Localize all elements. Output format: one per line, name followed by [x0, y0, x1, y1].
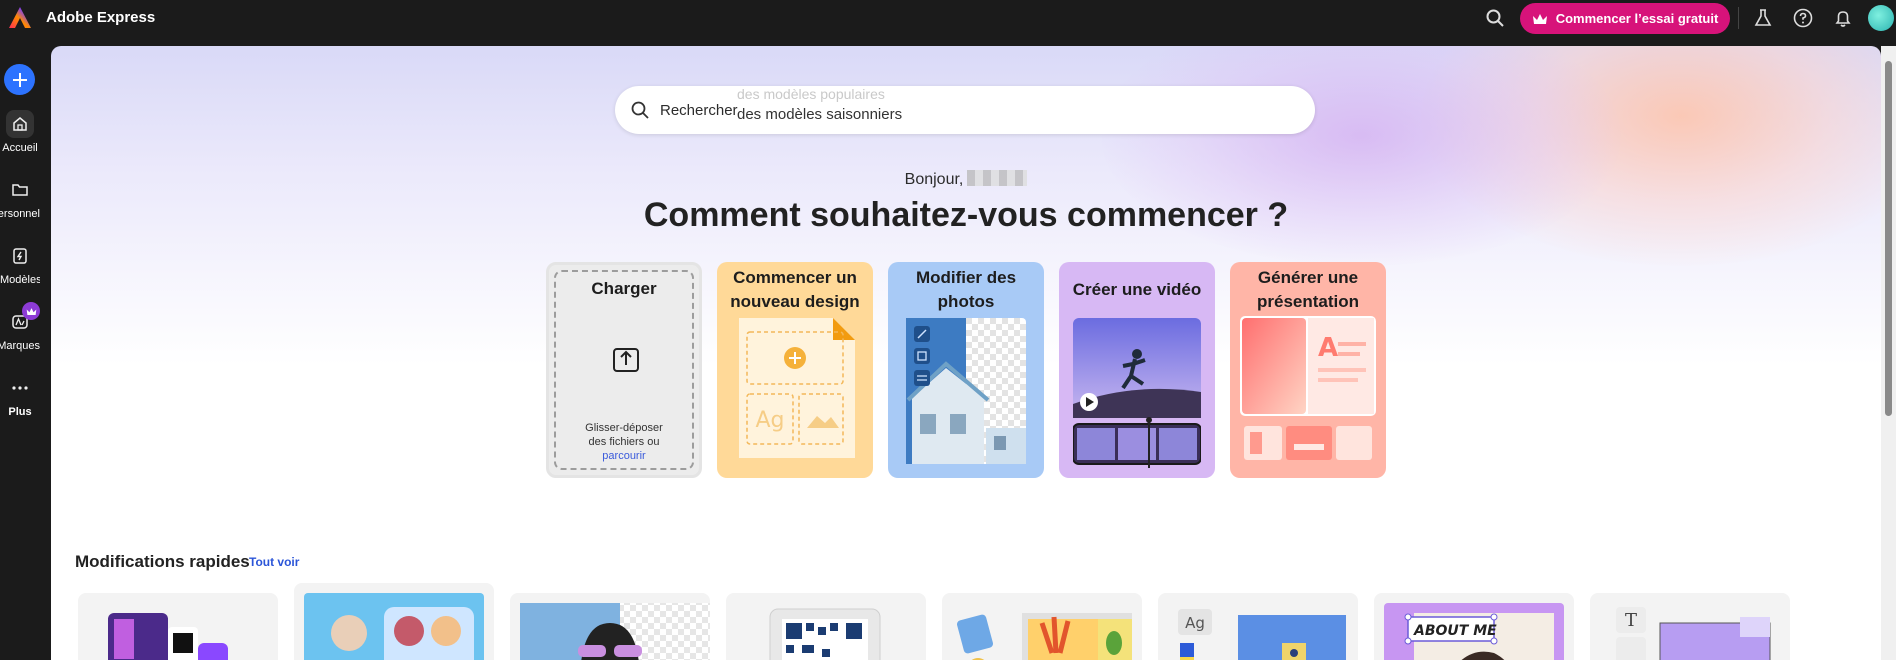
hint-line: Glisser-déposer: [585, 422, 663, 434]
more-icon: [6, 374, 34, 402]
sidebar-item-label: Marques: [0, 340, 40, 352]
search-input[interactable]: Rechercher des modèles populaires des mo…: [615, 86, 1315, 134]
quick-action-tile[interactable]: [510, 593, 710, 660]
card-title: Créer une vidéo: [1072, 280, 1202, 299]
adobe-express-logo[interactable]: [8, 6, 32, 30]
templates-icon: [6, 242, 34, 270]
greeting-text: Bonjour,: [904, 171, 964, 188]
tile-illustration: [957, 613, 1132, 660]
free-trial-label: Commencer l’essai gratuit: [1555, 11, 1719, 26]
sidebar-item-brands[interactable]: Marques: [0, 302, 40, 352]
create-video-card[interactable]: Créer une vidéo: [1059, 262, 1215, 478]
avatar[interactable]: [1868, 5, 1894, 31]
quick-action-tile[interactable]: [726, 593, 926, 660]
sidebar-item-personal[interactable]: Personnel: [0, 176, 40, 220]
card-title: Générer une présentation: [1256, 268, 1360, 311]
app-title: Adobe Express: [46, 9, 156, 26]
tile-illustration: [769, 608, 881, 660]
redacted-username: [967, 170, 1028, 186]
edit-photos-illustration: [906, 318, 1026, 464]
sidebar-item-label: Plus: [8, 406, 32, 418]
ag-text-tile: Ag: [755, 408, 784, 433]
search-icon[interactable]: [1485, 8, 1505, 28]
quick-action-tile[interactable]: T: [1590, 593, 1790, 660]
card-title: Commencer un nouveau design: [730, 268, 860, 311]
home-main: Rechercher des modèles populaires des mo…: [51, 46, 1881, 660]
top-bar: Adobe Express Commencer l’essai gratuit: [0, 0, 1896, 36]
folder-icon: [6, 176, 34, 204]
sidebar-item-label: Personnel: [0, 208, 40, 220]
quick-actions-title: Modifications rapides: [75, 552, 250, 571]
card-title: Charger: [591, 279, 657, 298]
quick-action-tile[interactable]: ABOUT ME: [1374, 593, 1574, 660]
new-design-card[interactable]: Commencer un nouveau design Ag: [717, 262, 873, 478]
quick-action-tile[interactable]: Ag: [1158, 593, 1358, 660]
quick-action-tile[interactable]: [78, 593, 278, 660]
lab-flask-icon[interactable]: [1752, 7, 1774, 29]
tile-illustration: [520, 603, 710, 660]
sidebar-item-templates[interactable]: Modèles: [0, 242, 40, 286]
upload-icon: [613, 348, 639, 372]
generate-presentation-card[interactable]: Générer une présentation A: [1230, 262, 1386, 478]
bell-icon[interactable]: [1832, 7, 1854, 29]
sidebar-item-more[interactable]: Plus: [0, 374, 40, 418]
greeting: Bonjour,: [51, 170, 1881, 189]
tile-text: Ag: [1185, 614, 1205, 632]
upload-card[interactable]: Charger Glisser-déposer des fichiers ou …: [546, 262, 702, 478]
search-placeholder: des modèles saisonniers: [737, 106, 903, 123]
search-label: Rechercher: [660, 102, 738, 119]
home-icon: [6, 110, 34, 138]
tile-illustration: [108, 613, 228, 660]
edit-photos-card[interactable]: Modifier des photos: [888, 262, 1044, 478]
upload-hint: Glisser-déposer des fichiers ou parcouri…: [549, 421, 699, 463]
create-new-button[interactable]: [4, 64, 35, 95]
svg-text:A: A: [1318, 333, 1338, 363]
divider: [1738, 7, 1739, 29]
tile-illustration: ABOUT ME: [1384, 603, 1564, 660]
left-nav: Accueil Personnel Modèles Marques Plus: [0, 36, 51, 660]
quick-action-tile[interactable]: [294, 583, 494, 660]
search-placeholder-previous: des modèles populaires: [737, 86, 885, 102]
plus-icon: [12, 72, 27, 87]
presentation-illustration: A: [1240, 316, 1376, 460]
card-title: Modifier des photos: [915, 268, 1017, 311]
search-icon: [631, 101, 649, 119]
premium-crown-icon: [22, 302, 40, 320]
tile-illustration: [304, 593, 484, 660]
tile-text: T: [1625, 610, 1637, 631]
new-design-illustration: Ag: [739, 318, 855, 458]
help-icon[interactable]: [1792, 7, 1814, 29]
tile-illustration: Ag: [1178, 609, 1346, 660]
sidebar-item-label: Modèles: [0, 274, 40, 286]
tile-text: ABOUT ME: [1413, 623, 1497, 639]
scrollbar[interactable]: [1881, 46, 1896, 660]
sidebar-item-home[interactable]: Accueil: [0, 110, 40, 154]
tile-illustration: T: [1616, 607, 1771, 660]
create-video-illustration: [1073, 318, 1201, 468]
quick-action-tile[interactable]: [942, 593, 1142, 660]
browse-link[interactable]: parcourir: [549, 449, 699, 463]
page-title: Comment souhaitez-vous commencer ?: [643, 196, 1289, 234]
hint-line: des fichiers ou: [588, 436, 660, 448]
see-all-link[interactable]: Tout voir: [249, 555, 299, 569]
sidebar-item-label: Accueil: [2, 142, 38, 154]
scrollbar-thumb[interactable]: [1885, 61, 1892, 416]
crown-icon: [1532, 13, 1547, 24]
free-trial-button[interactable]: Commencer l’essai gratuit: [1520, 3, 1730, 34]
